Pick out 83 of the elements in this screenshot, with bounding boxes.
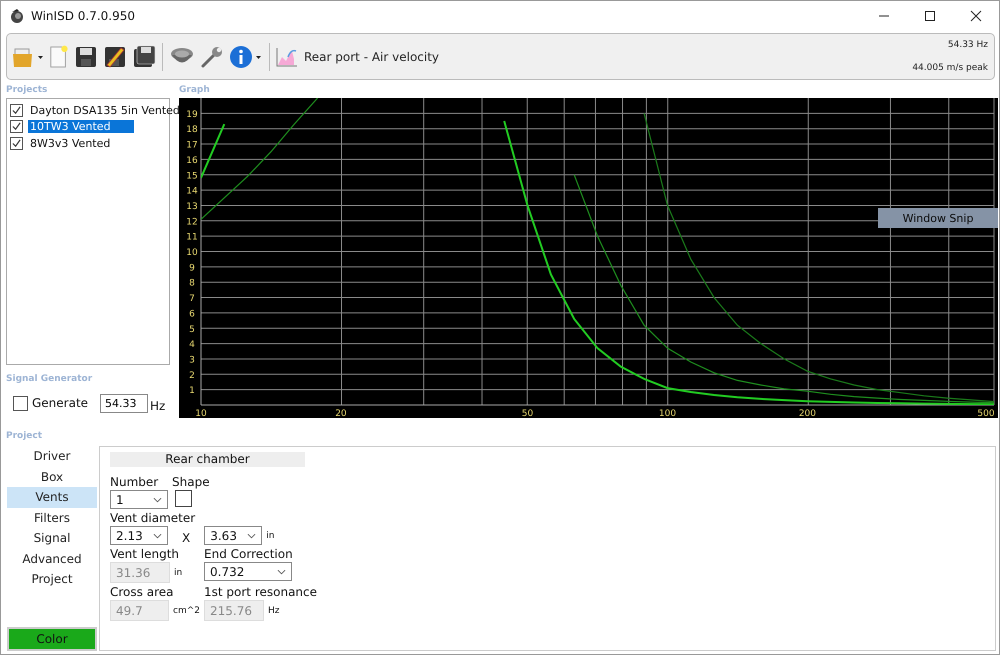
axis-label: 13 [186,202,198,212]
axis-label: 3 [189,355,195,366]
axis-label: 100 [658,409,676,418]
nav-item[interactable]: Signal [7,528,97,548]
axis-label: 5 [189,324,195,335]
frequency-readout: 54.33 Hz [948,40,988,50]
axis-label: 50 [522,409,534,418]
axis-label: 19 [186,110,198,120]
axis-label: 6 [189,309,195,320]
color-button[interactable]: Color [7,627,97,651]
axis-label: 8 [189,278,195,289]
field-label: Cross area [110,585,174,599]
project-name[interactable]: 10TW3 Vented [28,120,134,134]
chevron-icon [153,496,162,502]
shape-selector[interactable] [175,490,192,507]
velocity-readout: 44.005 m/s peak [912,63,988,73]
unit-label: Hz [150,399,166,413]
close-icon [970,10,982,22]
axis-label: 17 [186,140,198,151]
chevron-icon [153,532,162,538]
axis-label: 500 [977,409,995,418]
axis-label: 10 [186,248,198,258]
checkbox[interactable] [10,104,23,117]
speaker-logo-icon [9,8,25,24]
axis-label: 10 [195,409,207,418]
axis-label: 11 [186,232,198,243]
chevron-icon [247,532,256,538]
section-header: Rear chamber [110,452,305,467]
axis-label: 7 [189,294,195,304]
axis-label: 1 [189,386,195,396]
axis-label: 200 [798,409,816,418]
axis-label: 15 [186,171,198,182]
info-button[interactable] [228,44,264,68]
save-edit-button[interactable] [102,44,128,68]
checkbox-label: Generate [32,396,90,410]
nav-item[interactable]: Vents [7,487,97,508]
nav-item[interactable]: Filters [7,508,97,528]
axis-label: 16 [186,156,198,166]
snip-overlay: Window Snip [878,208,998,228]
nav-item[interactable]: Project [7,569,97,590]
separator-label: X [182,530,190,544]
section-label: Project [5,430,44,443]
field-label: Vent diameter [110,511,196,525]
axis-label: 12 [186,217,198,228]
unit-label: cm^2 [173,606,200,616]
window-title: WinISD 0.7.0.950 [31,9,136,23]
field-label: Number [110,475,160,489]
graph-select-button[interactable]: Rear port - Air velocity [275,46,440,66]
frequency-field[interactable]: 54.33 [100,394,148,412]
chevron-icon [277,568,286,574]
axis-label: 9 [189,263,195,274]
diameter-dropdown[interactable]: 2.13 [110,526,168,545]
chart-icon [276,46,298,66]
save-all-button[interactable] [131,44,157,68]
wrench-button[interactable] [199,44,225,68]
checkbox[interactable] [13,396,28,410]
section-label: Signal Generator [6,373,94,386]
axis-label: 20 [335,409,347,418]
section-label: Graph [179,84,211,97]
nav-item[interactable]: Advanced [7,548,97,569]
axis-label: 18 [186,125,198,136]
field-label: Shape [172,475,210,489]
maximize-icon [924,10,936,22]
nav-item[interactable]: Box [7,466,97,487]
project-name[interactable]: 8W3v3 Vented [28,136,112,150]
field-label: Vent length [110,547,180,561]
unit-label: Hz [268,606,280,616]
project-name[interactable]: Dayton DSA135 5in Vented [28,104,182,117]
diameter-dropdown[interactable]: 3.63 [204,526,262,545]
checkbox[interactable] [10,136,23,150]
unit-label: in [266,530,274,540]
axis-label: 14 [186,186,198,197]
section-label: Projects [6,84,48,97]
number-dropdown[interactable]: 1 [110,490,168,509]
unit-label: in [174,568,182,578]
axis-label: 4 [189,340,195,350]
checkbox[interactable] [10,120,23,134]
nav-item[interactable]: Driver [7,446,97,466]
field-label: 1st port resonance [204,585,318,599]
save-button[interactable] [73,44,99,68]
end-correction-dropdown[interactable]: 0.732 [204,562,292,581]
axis-label: 2 [189,370,195,381]
field-label: End Correction [204,547,293,561]
